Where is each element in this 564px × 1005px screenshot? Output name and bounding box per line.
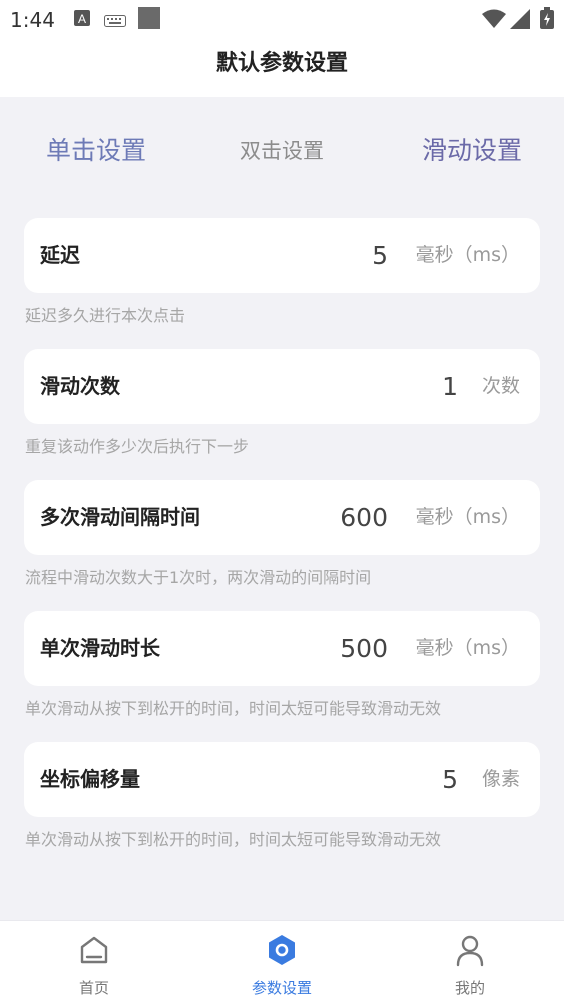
nav-label: 参数设置 bbox=[251, 979, 312, 997]
svg-text:A: A bbox=[78, 12, 86, 26]
keyboard-icon bbox=[104, 12, 126, 31]
status-time: 1:44 bbox=[10, 8, 55, 32]
setting-card-swipe-interval[interactable]: 多次滑动间隔时间 600 毫秒（ms） bbox=[24, 480, 540, 555]
setting-unit: 毫秒（ms） bbox=[415, 244, 520, 266]
setting-value-input[interactable]: 500 bbox=[340, 611, 388, 686]
setting-label: 坐标偏移量 bbox=[40, 767, 140, 791]
setting-description: 单次滑动从按下到松开的时间，时间太短可能导致滑动无效 bbox=[25, 830, 442, 849]
home-icon bbox=[77, 933, 111, 967]
nav-item-settings[interactable]: 参数设置 bbox=[188, 921, 376, 1005]
setting-label: 单次滑动时长 bbox=[40, 636, 160, 660]
tab-swipe-settings[interactable]: 滑动设置 bbox=[422, 128, 522, 174]
text-notification-icon: A bbox=[74, 10, 90, 30]
wifi-icon bbox=[482, 9, 506, 33]
setting-card-delay[interactable]: 延迟 5 毫秒（ms） bbox=[24, 218, 540, 293]
nav-label: 我的 bbox=[454, 979, 485, 997]
setting-label: 延迟 bbox=[40, 243, 80, 267]
setting-unit: 毫秒（ms） bbox=[415, 637, 520, 659]
page-title: 默认参数设置 bbox=[215, 51, 348, 76]
setting-label: 滑动次数 bbox=[40, 374, 120, 398]
setting-card-swipe-count[interactable]: 滑动次数 1 次数 bbox=[24, 349, 540, 424]
nav-item-profile[interactable]: 我的 bbox=[376, 921, 564, 1005]
signal-icon bbox=[510, 9, 530, 33]
setting-value-input[interactable]: 5 bbox=[372, 218, 388, 293]
battery-charging-icon bbox=[540, 7, 554, 33]
nav-item-home[interactable]: 首页 bbox=[0, 921, 188, 1005]
setting-unit: 次数 bbox=[481, 375, 520, 397]
nav-label: 首页 bbox=[78, 979, 109, 997]
person-icon bbox=[453, 933, 487, 967]
tab-double-tap-settings[interactable]: 双击设置 bbox=[240, 128, 324, 174]
setting-description: 延迟多久进行本次点击 bbox=[25, 306, 186, 325]
setting-unit: 毫秒（ms） bbox=[415, 506, 520, 528]
setting-value-input[interactable]: 600 bbox=[340, 480, 388, 555]
notification-square-icon bbox=[138, 7, 160, 33]
bottom-navigation: 首页 参数设置 我的 bbox=[0, 920, 564, 1005]
setting-description: 流程中滑动次数大于1次时，两次滑动的间隔时间 bbox=[25, 568, 372, 587]
setting-unit: 像素 bbox=[481, 768, 520, 790]
title-bar: 默认参数设置 bbox=[0, 40, 564, 97]
setting-value-input[interactable]: 1 bbox=[442, 349, 458, 424]
setting-value-input[interactable]: 5 bbox=[442, 742, 458, 817]
setting-description: 单次滑动从按下到松开的时间，时间太短可能导致滑动无效 bbox=[25, 699, 442, 718]
setting-description: 重复该动作多少次后执行下一步 bbox=[25, 437, 250, 456]
tab-tap-settings[interactable]: 单击设置 bbox=[46, 128, 146, 174]
settings-tabs: 单击设置 双击设置 滑动设置 bbox=[0, 128, 564, 174]
setting-label: 多次滑动间隔时间 bbox=[40, 505, 200, 529]
setting-card-coordinate-offset[interactable]: 坐标偏移量 5 像素 bbox=[24, 742, 540, 817]
status-bar: 1:44 A bbox=[0, 0, 564, 40]
setting-card-swipe-duration[interactable]: 单次滑动时长 500 毫秒（ms） bbox=[24, 611, 540, 686]
settings-hex-icon bbox=[265, 933, 299, 967]
